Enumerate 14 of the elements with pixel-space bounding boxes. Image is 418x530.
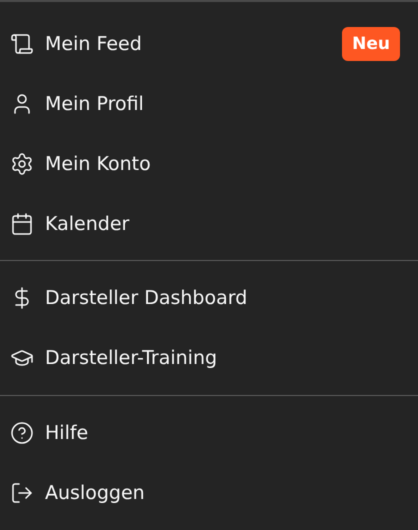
new-badge: Neu bbox=[342, 27, 400, 61]
menu-item[interactable]: Ausloggen bbox=[0, 463, 418, 523]
menu-item[interactable]: Mein Profil bbox=[0, 74, 418, 134]
menu-item[interactable]: Mein Konto bbox=[0, 134, 418, 194]
menu-item[interactable]: Mein Feed Neu bbox=[0, 14, 418, 74]
menu-item[interactable]: Hilfe bbox=[0, 403, 418, 463]
menu-item[interactable]: Darsteller Dashboard bbox=[0, 268, 418, 328]
settings-icon bbox=[10, 152, 34, 176]
help-icon bbox=[10, 421, 34, 445]
logout-icon bbox=[10, 481, 34, 505]
menu-item[interactable]: Darsteller-Training bbox=[0, 328, 418, 388]
menu-item[interactable]: Kalender bbox=[0, 194, 418, 254]
scroll-icon bbox=[10, 32, 34, 56]
calendar-icon bbox=[10, 212, 34, 236]
